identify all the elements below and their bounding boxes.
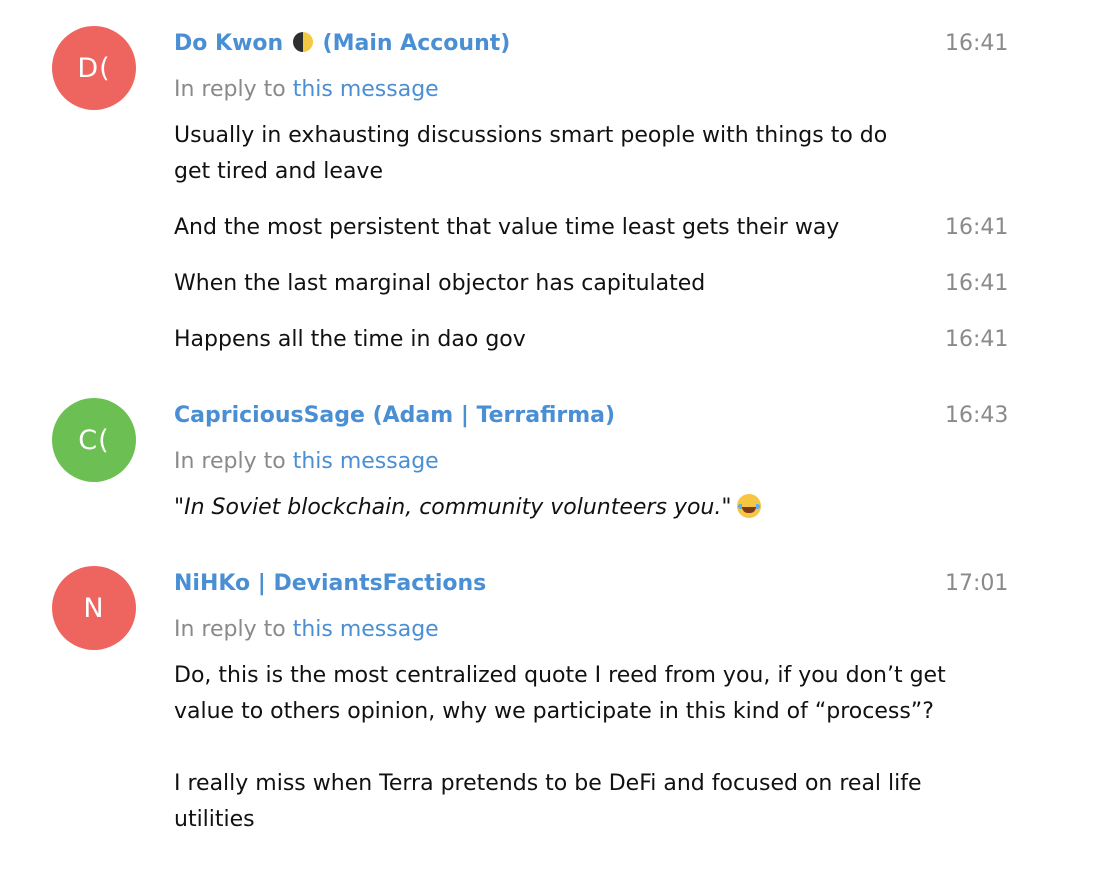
message-time: 16:43 bbox=[945, 403, 1009, 428]
message-time: 16:41 bbox=[945, 327, 1009, 352]
author-name-suffix: (Main Account) bbox=[322, 31, 511, 56]
author-name[interactable]: NiHKo | DeviantsFactions bbox=[174, 569, 486, 599]
quote-open: " bbox=[174, 495, 185, 520]
message-text: I really miss when Terra pretends to be … bbox=[174, 771, 922, 832]
message-time: 16:41 bbox=[945, 271, 1009, 296]
message-text: Happens all the time in dao gov bbox=[174, 327, 526, 352]
reply-link[interactable]: this message bbox=[293, 617, 439, 642]
reply-reference: In reply to this message bbox=[174, 75, 439, 105]
avatar[interactable]: N bbox=[52, 566, 136, 650]
face-with-tears-of-joy-icon bbox=[737, 494, 762, 518]
author-name-text: Do Kwon bbox=[174, 31, 284, 56]
message-time: 16:41 bbox=[945, 215, 1009, 240]
message-time: 16:41 bbox=[945, 31, 1009, 56]
reply-prefix: In reply to bbox=[174, 617, 286, 642]
author-name[interactable]: Do Kwon (Main Account) bbox=[174, 29, 510, 59]
reply-link[interactable]: this message bbox=[293, 77, 439, 102]
message-text: Do, this is the most centralized quote I… bbox=[174, 663, 946, 724]
author-name[interactable]: CapriciousSage (Adam | Terrafirma) bbox=[174, 401, 615, 431]
reply-reference: In reply to this message bbox=[174, 615, 439, 645]
avatar[interactable]: D( bbox=[52, 26, 136, 110]
message-text: Usually in exhausting discussions smart … bbox=[174, 123, 888, 184]
avatar[interactable]: C( bbox=[52, 398, 136, 482]
message-text: When the last marginal objector has capi… bbox=[174, 271, 706, 296]
reply-link[interactable]: this message bbox=[293, 449, 439, 474]
reply-prefix: In reply to bbox=[174, 77, 286, 102]
message-time: 17:01 bbox=[945, 571, 1009, 596]
moon-icon bbox=[292, 32, 313, 52]
message-text: "In Soviet blockchain, community volunte… bbox=[174, 490, 914, 526]
quote-close: " bbox=[721, 495, 732, 520]
message-text: And the most persistent that value time … bbox=[174, 215, 840, 240]
reply-reference: In reply to this message bbox=[174, 447, 439, 477]
reply-prefix: In reply to bbox=[174, 449, 286, 474]
quote-text: In Soviet blockchain, community voluntee… bbox=[184, 495, 722, 520]
